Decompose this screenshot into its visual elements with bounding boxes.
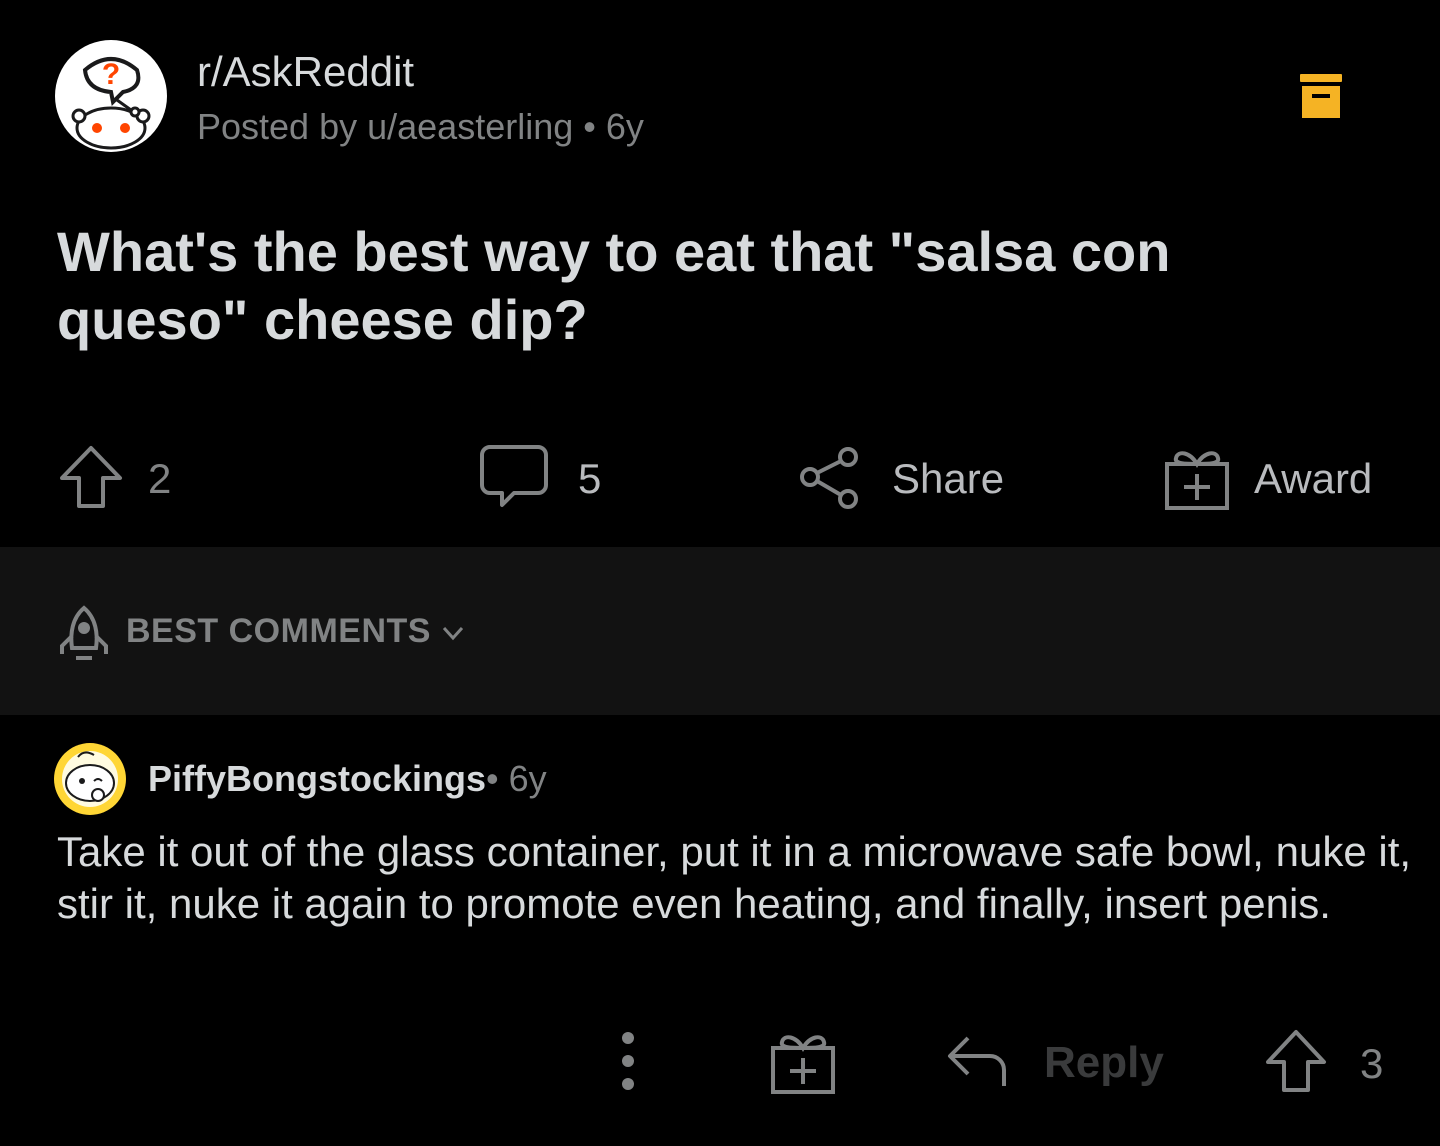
more-icon[interactable] xyxy=(614,1030,642,1092)
award-label: Award xyxy=(1254,455,1373,502)
upvote-icon[interactable] xyxy=(1262,1026,1330,1101)
reply-label: Reply xyxy=(1044,1037,1164,1087)
post-title[interactable]: What's the best way to eat that "salsa c… xyxy=(57,218,1377,354)
share-button[interactable]: Share xyxy=(796,444,1004,514)
sort-label[interactable]: BEST COMMENTS xyxy=(126,612,431,651)
user-avatar[interactable] xyxy=(54,743,126,815)
comment-score: 3 xyxy=(1360,1039,1384,1087)
rocket-icon xyxy=(56,604,112,662)
posted-by[interactable]: Posted by u/aeasterling xyxy=(197,106,573,147)
comment-body: Take it out of the glass container, put … xyxy=(57,828,1412,927)
reply-button[interactable]: Reply xyxy=(944,1030,1164,1095)
subreddit-avatar-icon[interactable]: ? xyxy=(55,40,167,152)
save-icon[interactable] xyxy=(1298,72,1344,120)
award-icon[interactable] xyxy=(768,1028,838,1096)
comment-count: 5 xyxy=(578,455,602,502)
chevron-down-icon[interactable] xyxy=(440,620,466,646)
award-button[interactable]: Award xyxy=(1162,444,1372,514)
meta-separator: • xyxy=(486,758,499,799)
comment-icon xyxy=(478,441,550,518)
comments-button[interactable]: 5 xyxy=(478,444,601,514)
upvote-icon[interactable] xyxy=(56,442,126,517)
post-score: 2 xyxy=(148,455,172,502)
reply-icon xyxy=(944,1030,1010,1095)
comment-author[interactable]: PiffyBongstockings xyxy=(148,758,486,800)
upvote-action: 2 xyxy=(56,444,171,514)
award-icon xyxy=(1162,442,1232,517)
subreddit-name[interactable]: r/AskReddit xyxy=(197,48,414,96)
share-icon xyxy=(796,443,864,516)
comment-vote: 3 xyxy=(1262,1026,1383,1101)
share-label: Share xyxy=(892,455,1005,502)
post-age: 6y xyxy=(605,106,644,147)
comment-age: 6y xyxy=(508,758,547,799)
svg-text:?: ? xyxy=(102,58,120,91)
meta-separator: • xyxy=(583,106,596,147)
post-meta: Posted by u/aeasterling • 6y xyxy=(197,106,644,148)
comment-meta: • 6y xyxy=(486,758,547,800)
